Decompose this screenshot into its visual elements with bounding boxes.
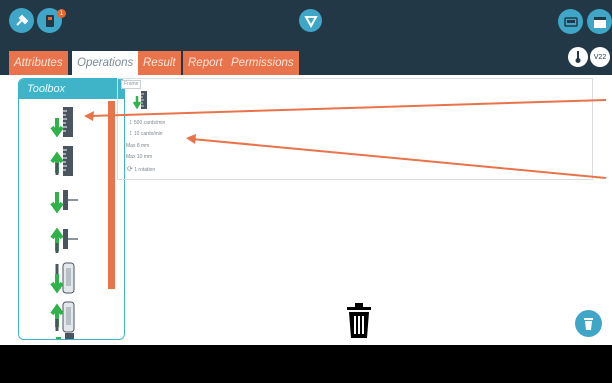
version-label: V22 <box>593 53 607 61</box>
canvas-ruler-icon[interactable] <box>132 90 150 115</box>
calendar-icon[interactable] <box>587 9 612 34</box>
tab-attributes[interactable]: Attributes <box>9 51 69 75</box>
tab-operations[interactable]: Operations <box>72 51 140 75</box>
notification-badge: 1 <box>57 9 66 18</box>
trash-icon[interactable] <box>345 303 373 339</box>
tab-report[interactable]: Report <box>183 51 229 75</box>
thermometer-icon[interactable] <box>568 47 588 67</box>
bottom-bar <box>0 345 612 383</box>
up-down-arrow-icon: ↕ <box>129 119 133 126</box>
canvas-line-1: ↕ 500 cards/min <box>129 119 166 126</box>
frame-title: Frame <box>121 80 142 89</box>
tool-ruler-down[interactable] <box>49 104 79 140</box>
toolbox-scrollbar[interactable] <box>108 101 115 289</box>
delete-button[interactable] <box>575 310 602 337</box>
tool-pin-up[interactable] <box>49 221 79 257</box>
tool-pin-down[interactable] <box>49 182 79 218</box>
rotation-icon: ⟳ <box>127 166 133 173</box>
v-logo-icon[interactable] <box>299 9 322 32</box>
wrench-plug-icon[interactable] <box>9 8 34 33</box>
canvas-line-2: ↕ 10 cards/min <box>129 130 163 137</box>
canvas-line-4: Max 10 mm <box>126 154 153 160</box>
toolbox-panel: Toolbox <box>18 78 125 340</box>
operations-panel: Toolbox Frame ↕ 500 cards/min ↕ 10 cards… <box>9 75 604 345</box>
operation-canvas[interactable]: Frame ↕ 500 cards/min ↕ 10 cards/min Max… <box>117 78 593 180</box>
canvas-line-5: ⟳ 1 rotation <box>127 166 156 173</box>
tool-partial[interactable] <box>49 330 79 339</box>
toolbox-title: Toolbox <box>19 79 124 99</box>
version-badge[interactable]: V22 <box>590 47 610 67</box>
top-bar: 1 <box>0 0 612 42</box>
tool-device-down[interactable] <box>49 260 79 296</box>
canvas-line-3: Max 8 mm <box>126 143 150 149</box>
tool-ruler-up[interactable] <box>49 143 79 179</box>
tab-bar: Attributes Operations Result Report Perm… <box>0 42 612 75</box>
up-down-arrow-icon: ↕ <box>129 130 133 137</box>
keyboard-icon[interactable] <box>558 9 583 34</box>
tab-result[interactable]: Result <box>138 51 182 75</box>
tab-permissions[interactable]: Permissions <box>226 51 300 75</box>
